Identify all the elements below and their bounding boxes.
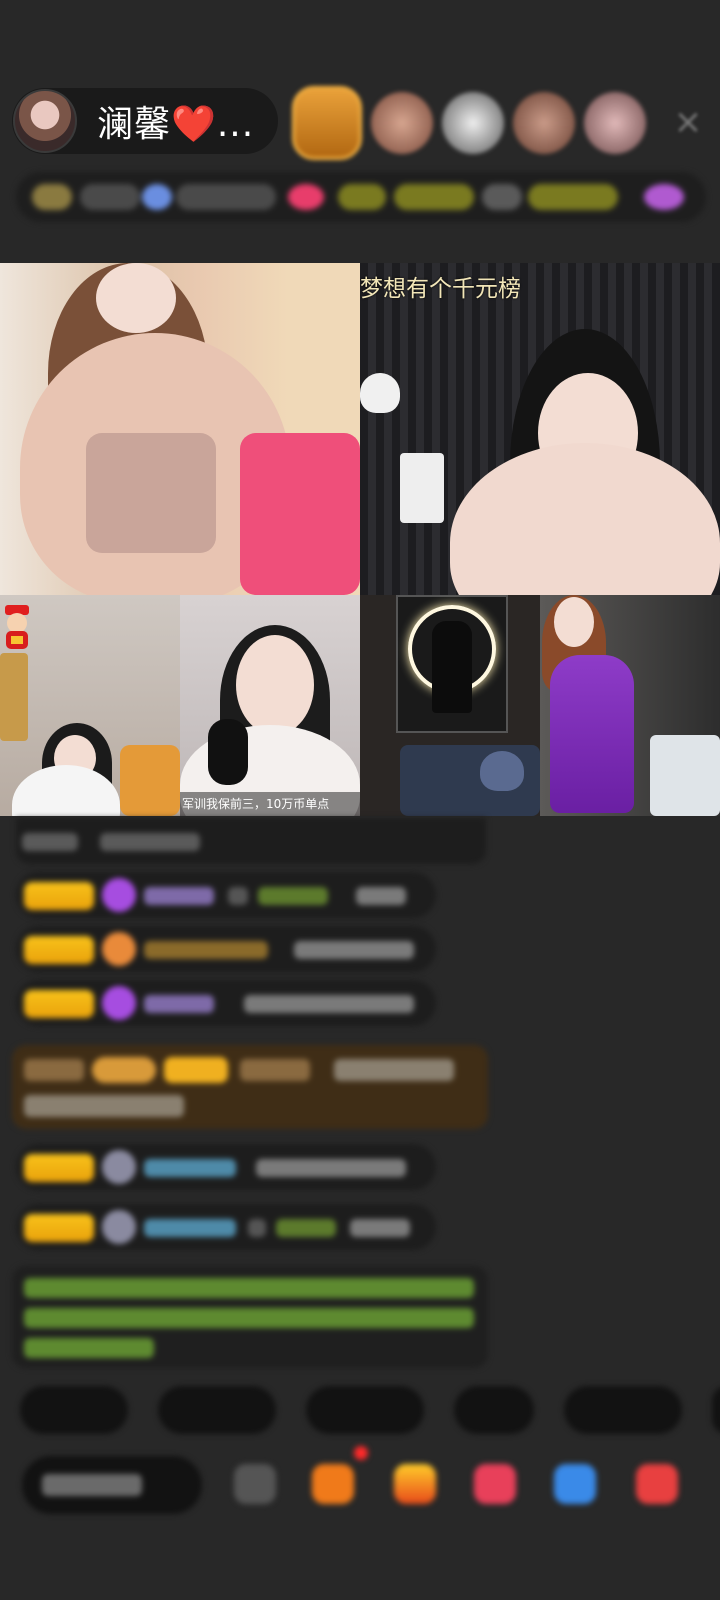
quick-reply-chip[interactable] xyxy=(454,1386,534,1434)
tile-caption: 军训我保前三，10万币单点 xyxy=(180,792,360,816)
purple-dress xyxy=(550,655,634,813)
chat-icon[interactable] xyxy=(554,1464,596,1504)
viewer-avatar[interactable] xyxy=(442,92,504,154)
host-info-pill[interactable]: 澜馨❤️... xyxy=(12,88,278,154)
wall-painting xyxy=(0,653,28,741)
streamer-body xyxy=(450,443,720,595)
video-tile-4[interactable]: 军训我保前三，10万币单点 xyxy=(180,595,360,816)
chat-message xyxy=(16,980,436,1026)
tile-caption: 梦想有个千元榜 xyxy=(360,276,521,302)
host-avatar[interactable] xyxy=(13,89,77,153)
pink-chair xyxy=(240,433,360,595)
quick-reply-chip[interactable] xyxy=(306,1386,424,1434)
viewer-avatar[interactable] xyxy=(513,92,575,154)
speaker xyxy=(400,453,444,523)
host-name-text: 澜馨 xyxy=(97,104,172,145)
chat-message xyxy=(16,818,486,864)
streamer-face xyxy=(554,597,594,647)
quick-reply-chip[interactable] xyxy=(158,1386,276,1434)
viewer-avatar[interactable] xyxy=(371,92,433,154)
streamer-face xyxy=(96,263,176,333)
quick-reply-chip[interactable] xyxy=(564,1386,682,1434)
notification-dot xyxy=(354,1446,368,1460)
system-notice xyxy=(12,1266,488,1368)
heart-gift-icon[interactable] xyxy=(474,1464,516,1504)
bottom-toolbar xyxy=(22,1446,720,1516)
viewer-avatar[interactable] xyxy=(292,86,362,160)
quick-reply-chips xyxy=(20,1386,720,1434)
wall-art xyxy=(396,595,508,733)
host-name: 澜馨❤️... xyxy=(97,95,254,147)
video-tile-2[interactable]: 梦想有个千元榜 xyxy=(360,263,720,595)
chat-message xyxy=(16,1204,436,1250)
rank-info-bar[interactable] xyxy=(16,172,706,222)
chat-message xyxy=(16,872,436,918)
top-viewers-list xyxy=(292,86,655,160)
quick-reply-chip[interactable] xyxy=(20,1386,128,1434)
chat-message xyxy=(16,926,436,972)
chat-message xyxy=(16,1144,436,1190)
mascot-icon xyxy=(5,605,29,649)
viewer-avatar[interactable] xyxy=(584,92,646,154)
video-tile-6[interactable] xyxy=(540,595,720,816)
emoji-icon[interactable] xyxy=(234,1464,276,1504)
close-icon[interactable]: × xyxy=(670,104,706,140)
video-tile-3[interactable] xyxy=(0,595,180,816)
gift-icon[interactable] xyxy=(394,1464,436,1504)
orange-chair xyxy=(120,745,180,816)
bed xyxy=(650,735,720,816)
quick-reply-chip[interactable] xyxy=(712,1386,720,1434)
microphone-icon xyxy=(208,719,248,785)
video-tile-1[interactable] xyxy=(0,263,360,595)
lamp xyxy=(360,373,400,413)
heart-icon: ❤️ xyxy=(171,104,217,145)
chat-message-highlight xyxy=(12,1045,488,1129)
streamer-face xyxy=(236,635,314,735)
pillow xyxy=(480,751,524,791)
host-name-ellipsis: ... xyxy=(216,104,255,145)
more-icon[interactable] xyxy=(636,1464,678,1504)
streamer-top xyxy=(86,433,216,553)
video-tile-5[interactable] xyxy=(360,595,540,816)
comment-input[interactable] xyxy=(22,1456,202,1514)
gift-box-icon[interactable] xyxy=(312,1464,354,1504)
